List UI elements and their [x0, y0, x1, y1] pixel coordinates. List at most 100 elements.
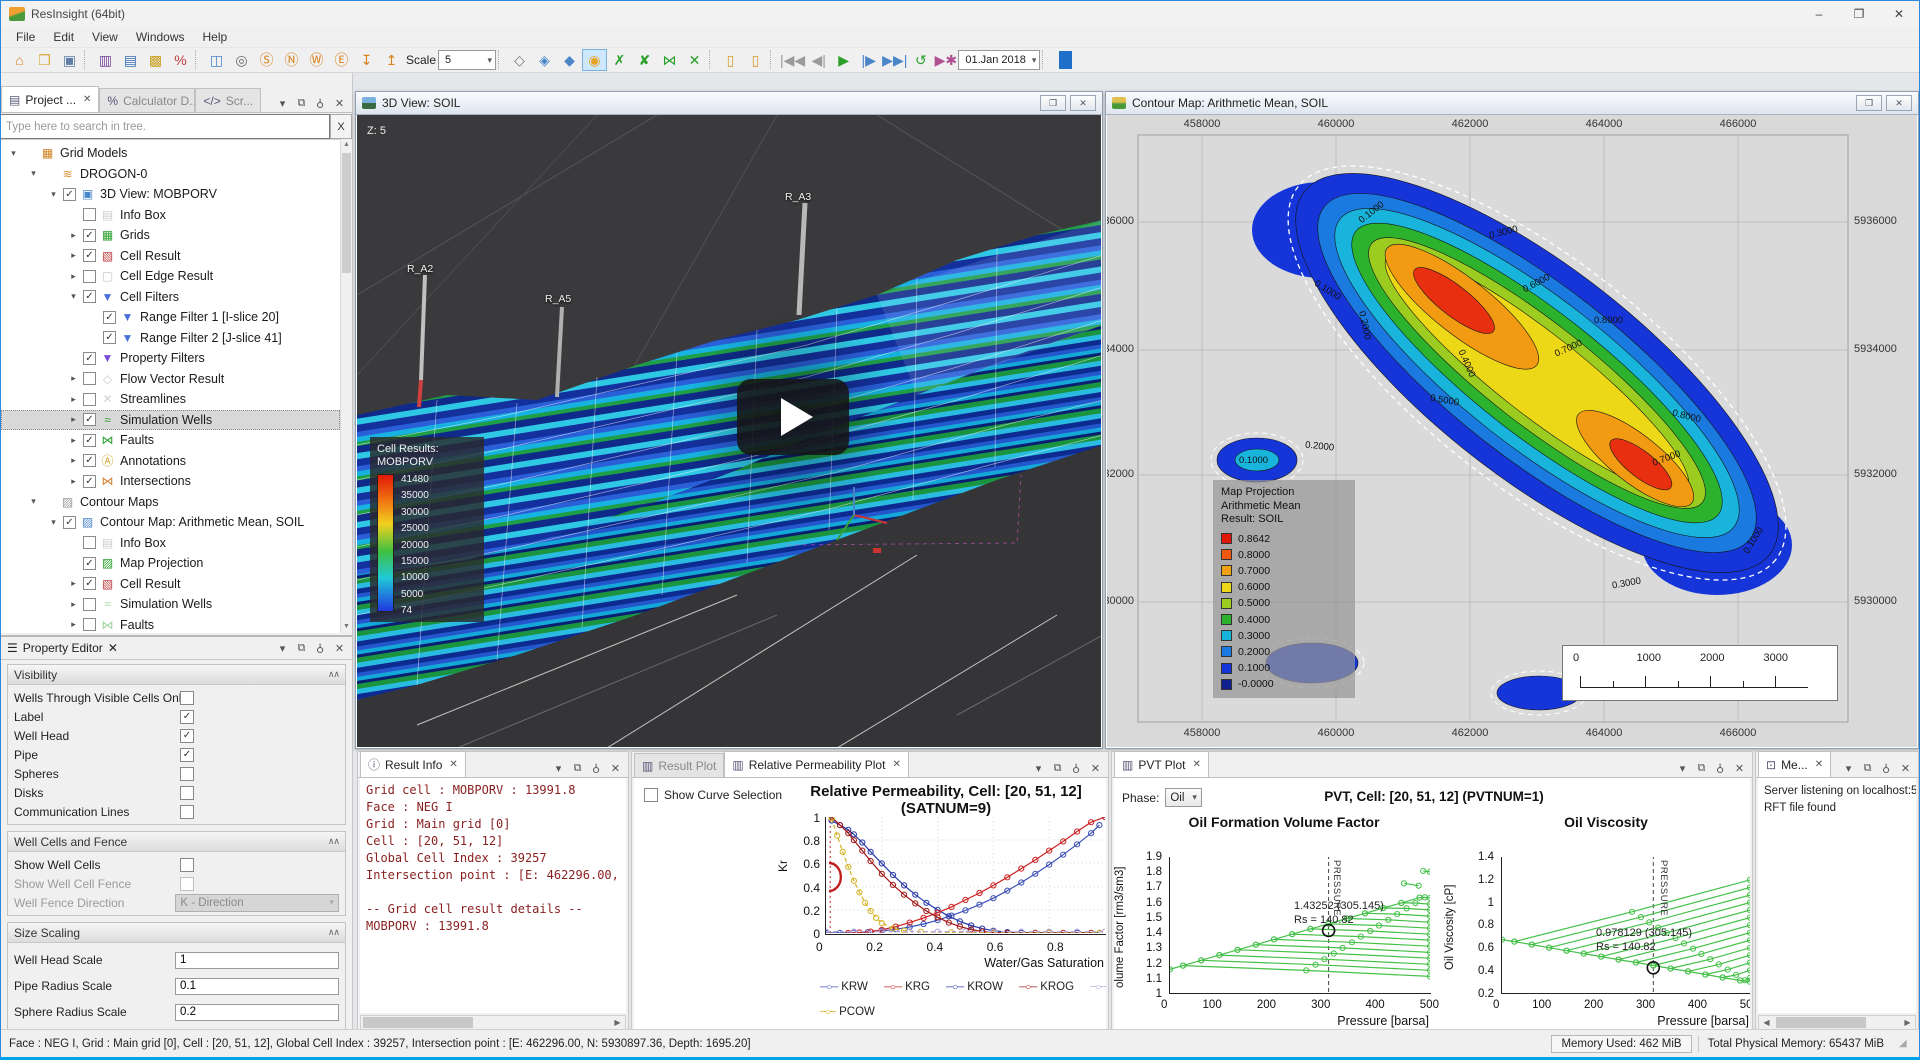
animation-play-button[interactable]: ▶: [831, 49, 856, 71]
animation-step-forward-button[interactable]: |▶: [856, 49, 881, 71]
tree-checkbox[interactable]: [63, 516, 76, 529]
view-from-below-button[interactable]: ↥: [379, 49, 404, 71]
close-panel-icon[interactable]: ✕: [1087, 760, 1104, 777]
panel-menu-icon[interactable]: ▾: [1030, 760, 1047, 777]
property-checkbox[interactable]: [180, 710, 194, 724]
tree-checkbox[interactable]: [83, 434, 96, 447]
3d-view-titlebar[interactable]: 3D View: SOIL ❐ ✕: [356, 92, 1102, 115]
measure-distance-button[interactable]: ▯: [718, 49, 743, 71]
search-clear-button[interactable]: X: [330, 114, 352, 139]
scroll-thumb[interactable]: [363, 1017, 473, 1028]
tab-result-plot[interactable]: ▥ Result Plot: [634, 753, 724, 777]
close-icon[interactable]: ✕: [449, 759, 457, 770]
expander-icon[interactable]: [7, 148, 20, 159]
tab-pvt-plot[interactable]: ▥ PVT Plot ✕: [1114, 751, 1209, 777]
collapse-icon[interactable]: ∧∧: [328, 836, 339, 847]
close-icon[interactable]: ✕: [1192, 759, 1200, 770]
float-panel-icon[interactable]: ⧉: [293, 95, 310, 112]
tree-row[interactable]: Annotations: [1, 451, 340, 472]
expander-icon[interactable]: [67, 476, 80, 487]
scroll-right-icon[interactable]: ▶: [610, 1016, 625, 1029]
tab-project-tree[interactable]: ▤ Project ... ✕: [1, 86, 99, 112]
property-input[interactable]: [175, 952, 339, 969]
scroll-left-icon[interactable]: ◀: [1759, 1016, 1774, 1029]
expander-icon[interactable]: [67, 455, 80, 466]
expander-icon[interactable]: [67, 578, 80, 589]
expander-icon[interactable]: [27, 496, 40, 507]
animation-step-back-button[interactable]: ◀|: [806, 49, 831, 71]
property-checkbox[interactable]: [180, 786, 194, 800]
tree-scrollbar[interactable]: ▲ ▼: [340, 139, 352, 633]
menu-item[interactable]: Windows: [127, 28, 194, 46]
create-well-path-button[interactable]: ✗: [607, 49, 632, 71]
animation-skip-to-end-button[interactable]: ▶▶|: [881, 49, 908, 71]
pin-panel-icon[interactable]: ⚲: [588, 760, 605, 777]
new-plot-window-button[interactable]: ▥: [93, 49, 118, 71]
expander-icon[interactable]: [67, 619, 80, 630]
property-editor-tab-label[interactable]: Property Editor: [23, 641, 103, 655]
curve-calculator-button[interactable]: %: [168, 49, 193, 71]
import-eclipse-case-button[interactable]: ⌂: [7, 49, 32, 71]
summary-plot-button[interactable]: ▤: [118, 49, 143, 71]
pin-panel-icon[interactable]: ⚲: [1068, 760, 1085, 777]
tree-checkbox[interactable]: [83, 352, 96, 365]
measure-polyline-button[interactable]: ▯: [743, 49, 768, 71]
video-play-button[interactable]: [737, 379, 849, 455]
tree-checkbox[interactable]: [103, 311, 116, 324]
tree-row[interactable]: Contour Map: Arithmetic Mean, SOIL: [1, 512, 340, 533]
perspective-projection-button[interactable]: ◇: [507, 49, 532, 71]
scroll-thumb[interactable]: [1776, 1017, 1866, 1028]
expander-icon[interactable]: [47, 189, 60, 200]
property-checkbox[interactable]: [180, 748, 194, 762]
close-panel-icon[interactable]: ✕: [1731, 760, 1748, 777]
scale-combo[interactable]: 5: [438, 50, 496, 70]
tree-row[interactable]: Flow Vector Result: [1, 369, 340, 390]
tab-result-info[interactable]: ⓘ Result Info ✕: [360, 751, 466, 777]
expander-icon[interactable]: [67, 435, 80, 446]
tree-checkbox[interactable]: [83, 475, 96, 488]
property-select[interactable]: K - Direction: [175, 894, 339, 912]
close-window-icon[interactable]: ✕: [1070, 95, 1096, 111]
scroll-up-icon[interactable]: ▲: [341, 139, 352, 151]
animation-repeat-button[interactable]: ↺: [908, 49, 933, 71]
tree-checkbox[interactable]: [83, 270, 96, 283]
legend-entry[interactable]: ─○─ KROW: [946, 981, 1003, 993]
tree-row[interactable]: Contour Maps: [1, 492, 340, 513]
menu-item[interactable]: View: [83, 28, 127, 46]
relperm-plot-area[interactable]: [825, 817, 1106, 935]
tree-row[interactable]: Range Filter 1 [I-slice 20]: [1, 307, 340, 328]
maximize-button[interactable]: ❐: [1839, 1, 1879, 27]
close-icon[interactable]: ✕: [1815, 759, 1823, 770]
legend-entry[interactable]: ─○─ KROG: [1019, 981, 1074, 993]
well-log-plot-button[interactable]: ⋈: [657, 49, 682, 71]
close-panel-icon[interactable]: ✕: [331, 95, 348, 112]
expander-icon[interactable]: [47, 517, 60, 528]
timestep-combo[interactable]: 01.Jan 2018: [958, 50, 1040, 70]
panel-menu-icon[interactable]: ▾: [550, 760, 567, 777]
view-from-above-button[interactable]: ↧: [354, 49, 379, 71]
expander-icon[interactable]: [67, 230, 80, 241]
view-from-east-button[interactable]: Ⓔ: [329, 49, 354, 71]
tree-checkbox[interactable]: [83, 536, 96, 549]
property-checkbox[interactable]: [180, 767, 194, 781]
tree-row[interactable]: Grids: [1, 225, 340, 246]
tree-checkbox[interactable]: [83, 598, 96, 611]
expander-icon[interactable]: [67, 599, 80, 610]
tree-row[interactable]: Grid Models: [1, 143, 340, 164]
tab-calculator[interactable]: % Calculator D...: [99, 88, 195, 112]
animation-settings-button[interactable]: ▶✱: [933, 49, 958, 71]
expander-icon[interactable]: [67, 414, 80, 425]
separator[interactable]: [84, 50, 91, 70]
float-panel-icon[interactable]: ⧉: [1693, 760, 1710, 777]
separator[interactable]: [770, 50, 777, 70]
tree-row[interactable]: Cell Result: [1, 246, 340, 267]
tree-row[interactable]: 3D View: MOBPORV: [1, 184, 340, 205]
restore-window-icon[interactable]: ❐: [1040, 95, 1066, 111]
tree-checkbox[interactable]: [83, 290, 96, 303]
tree-row[interactable]: Info Box: [1, 205, 340, 226]
plot-manager-button[interactable]: ▩: [143, 49, 168, 71]
tab-messages[interactable]: ⊡ Me... ✕: [1758, 751, 1831, 777]
tree-checkbox[interactable]: [83, 372, 96, 385]
legend-entry[interactable]: ╌○╌ PCOG: [1090, 981, 1106, 993]
draw-style-surface-button[interactable]: ◉: [582, 49, 607, 71]
